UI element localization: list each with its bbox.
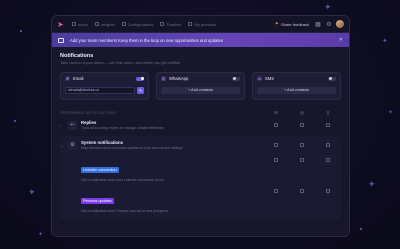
settings-icon[interactable]: ⚙: [325, 20, 333, 28]
tab-label: Insights: [100, 21, 115, 27]
linkedin-tag: Linkedin connection: [81, 167, 119, 173]
checkbox[interactable]: [274, 189, 278, 193]
tab-timeline[interactable]: Timeline: [160, 22, 181, 27]
tab-configurations[interactable]: Configurations: [121, 21, 154, 27]
timeline-icon: [160, 22, 165, 26]
insights-icon: [94, 22, 99, 26]
sub-item-description: Get a notification when your LinkedIn co…: [81, 178, 164, 182]
checkbox[interactable]: [300, 189, 304, 193]
mail-icon: ✉: [274, 109, 278, 115]
tab-insights[interactable]: Insights: [94, 21, 115, 27]
checkbox[interactable]: [326, 158, 330, 162]
preferences-header: PREFERRED NOTIFICATIONS ✉ ◎ ▯: [60, 109, 341, 116]
checkbox[interactable]: [274, 123, 278, 127]
channel-name: Email: [73, 76, 84, 81]
email-field[interactable]: olenah@shortza.co: [65, 87, 135, 94]
checkbox[interactable]: [326, 143, 330, 147]
tab-label: Configurations: [127, 21, 154, 27]
channel-card-whatsapp: ◎ WhatsApp + Add contacts: [156, 72, 245, 100]
team-icon: [58, 37, 64, 43]
whatsapp-icon: ◎: [161, 76, 166, 81]
sub-item-description: Get a notification when Shortza runs out…: [81, 209, 168, 213]
item-title: Replies: [81, 120, 97, 125]
system-notifications-group: ⌄ ⚙ System notifications Stay informed a…: [60, 136, 341, 219]
checkbox[interactable]: [300, 123, 304, 127]
share-feedback-button[interactable]: ✦ Share feedback: [275, 21, 309, 27]
sparkle-icon: ✦: [38, 232, 44, 238]
tab-label: My products: [194, 21, 217, 27]
feedback-label: Share feedback: [280, 21, 309, 27]
list-item-system: ⌄ ⚙ System notifications Stay informed a…: [60, 136, 341, 154]
add-contacts-button[interactable]: + Add contacts: [257, 87, 336, 94]
products-icon: [188, 22, 193, 26]
tab-inbox[interactable]: Inbox: [72, 22, 88, 27]
chevron-right-icon[interactable]: ›: [60, 123, 68, 128]
channel-card-sms: ▭ SMS + Add contacts: [252, 72, 341, 100]
checkbox[interactable]: [300, 158, 304, 162]
sparkle-icon: ✦: [388, 110, 394, 116]
tab-label: Timeline: [166, 21, 182, 27]
gear-icon: ⚙: [68, 140, 77, 150]
preferences-label: PREFERRED NOTIFICATIONS: [60, 110, 117, 115]
app-window: ➤ Inbox Insights Configurations Timeline…: [51, 15, 350, 237]
page-subtitle: Take control of your alerts — set how, w…: [60, 61, 181, 65]
inbox-icon: [72, 22, 76, 26]
checkbox[interactable]: [274, 143, 278, 147]
add-contacts-button[interactable]: + Add contacts: [161, 87, 240, 94]
logo-icon: ➤: [57, 19, 64, 29]
tab-my-products[interactable]: My products: [188, 22, 216, 27]
item-description: Stay informed about important updates to…: [81, 146, 183, 150]
star-dot: [20, 30, 22, 32]
list-item-replies: › ↩ Replies Track all incoming replies t…: [60, 116, 341, 134]
mail-icon: ✉: [65, 76, 70, 81]
config-icon: [121, 22, 126, 26]
checkbox[interactable]: [274, 158, 278, 162]
star-dot: [360, 228, 362, 230]
checkbox[interactable]: [300, 143, 304, 147]
sub-item-persona: Persona updates Get a notification when …: [60, 185, 341, 216]
channel-card-email: ✉ Email olenah@shortza.co ✎: [60, 72, 149, 100]
sparkle-icon: ✦: [28, 187, 36, 197]
channel-name: WhatsApp: [169, 76, 189, 81]
sms-icon: ▭: [257, 76, 262, 81]
edit-email-button[interactable]: ✎: [137, 87, 144, 94]
calendar-icon[interactable]: ▦: [314, 20, 322, 28]
reply-icon: ↩: [68, 120, 77, 130]
banner-text: Add your team members! Keep them in the …: [70, 37, 223, 43]
page-title: Notifications: [60, 53, 94, 59]
lightbulb-icon: ✦: [274, 21, 279, 27]
persona-tag: Persona updates: [81, 198, 114, 204]
whatsapp-toggle[interactable]: [232, 76, 240, 81]
sub-item-linkedin: Linkedin connection Get a notification w…: [60, 154, 341, 185]
channel-name: SMS: [265, 76, 275, 81]
top-nav: ➤ Inbox Insights Configurations Timeline…: [52, 16, 349, 33]
checkbox[interactable]: [326, 189, 330, 193]
item-title: System notifications: [81, 140, 124, 145]
avatar[interactable]: [336, 20, 344, 28]
close-icon[interactable]: ✕: [339, 37, 343, 43]
sparkle-icon: ✦: [382, 38, 388, 45]
whatsapp-icon: ◎: [300, 109, 304, 115]
sms-toggle[interactable]: [328, 76, 336, 81]
tab-label: Inbox: [78, 21, 88, 27]
email-toggle[interactable]: [136, 76, 144, 81]
chevron-down-icon[interactable]: ⌄: [60, 143, 68, 148]
item-description: Track all incoming replies to manage con…: [81, 126, 164, 130]
sms-icon: ▯: [326, 109, 330, 115]
invite-banner: Add your team members! Keep them in the …: [52, 33, 349, 47]
sparkle-icon: ✦: [368, 179, 376, 189]
sparkle-icon: ✦: [324, 2, 332, 12]
star-dot: [14, 120, 16, 122]
checkbox[interactable]: [326, 123, 330, 127]
